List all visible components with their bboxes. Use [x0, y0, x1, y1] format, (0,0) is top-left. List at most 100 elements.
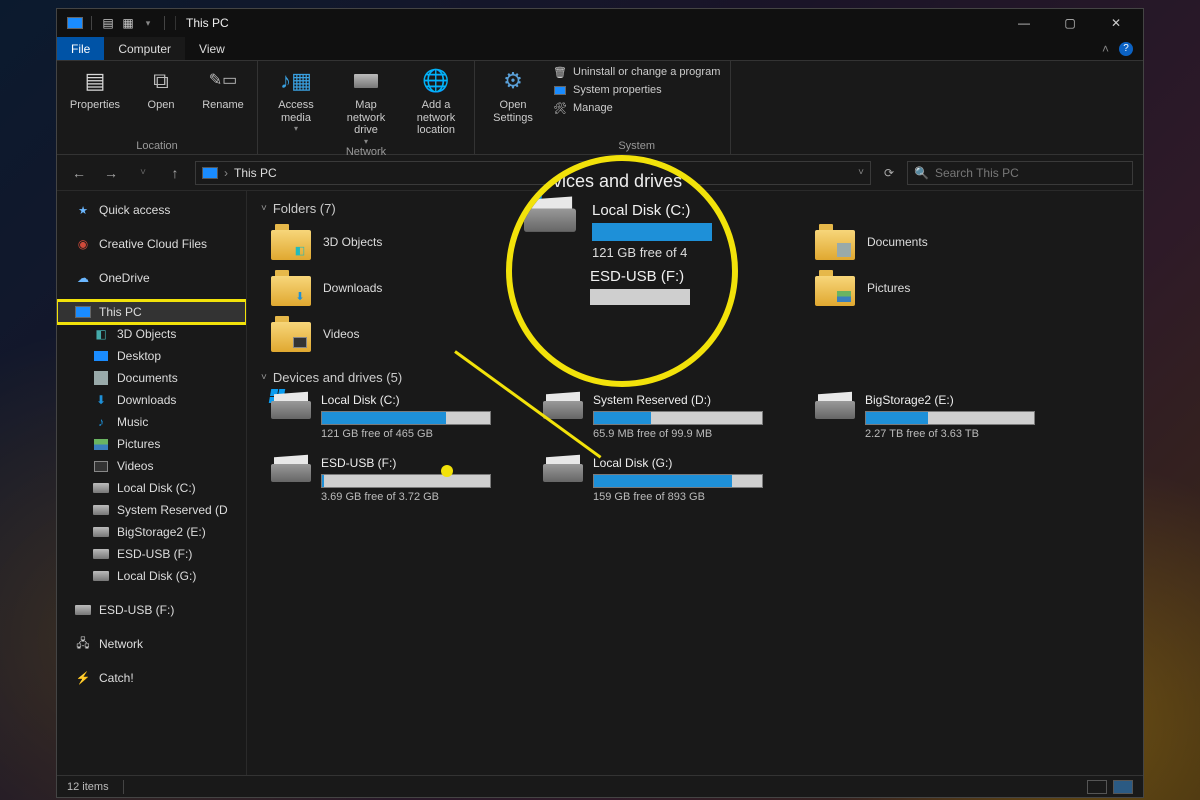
drive-item[interactable]: ESD-USB (F:) 3.69 GB free of 3.72 GB [271, 456, 521, 503]
add-network-location-button[interactable]: 🌐 Add a network location [408, 65, 464, 137]
drive-icon [93, 546, 109, 562]
capacity-bar [321, 474, 491, 488]
address-dropdown-icon[interactable]: ˅ [858, 167, 864, 178]
sidebar-onedrive[interactable]: OneDrive [57, 267, 246, 289]
drive-item[interactable]: System Reserved (D:) 65.9 MB free of 99.… [543, 393, 793, 440]
folder-downloads[interactable]: Downloads [271, 270, 521, 306]
close-button[interactable]: ✕ [1093, 9, 1139, 37]
tab-view[interactable]: View [185, 37, 239, 60]
sidebar-desktop[interactable]: Desktop [57, 345, 246, 367]
folder-documents[interactable]: Documents [815, 224, 1065, 260]
help-icon[interactable]: ? [1119, 42, 1133, 56]
rename-icon: ✎▭ [207, 65, 239, 97]
search-input[interactable]: 🔍 Search This PC [907, 161, 1133, 185]
status-bar: 12 items [57, 775, 1143, 797]
sysprops-icon [553, 83, 567, 97]
sidebar-music[interactable]: Music [57, 411, 246, 433]
up-button[interactable]: ↑ [163, 165, 187, 181]
cc-icon: ◉ [75, 236, 91, 252]
drive-icon [93, 480, 109, 496]
sidebar-catch[interactable]: Catch! [57, 667, 246, 689]
properties-button[interactable]: ▤ Properties [67, 65, 123, 112]
qat-dropdown-icon[interactable]: ▾ [140, 15, 156, 31]
sidebar-3d-objects[interactable]: ◧3D Objects [57, 323, 246, 345]
sidebar-esd-usb[interactable]: ESD-USB (F:) [57, 543, 246, 565]
pc-icon [75, 304, 91, 320]
desktop-icon [93, 348, 109, 364]
group-label-location: Location [136, 140, 178, 152]
maximize-button[interactable]: ▢ [1047, 9, 1093, 37]
drive-item[interactable]: Local Disk (G:) 159 GB free of 893 GB [543, 456, 793, 503]
drive-free-text: 65.9 MB free of 99.9 MB [593, 428, 793, 440]
folder-videos[interactable]: Videos [271, 316, 521, 352]
manage-icon: 🛠 [553, 101, 567, 115]
map-network-drive-button[interactable]: Map network drive▾ [338, 65, 394, 146]
drive-name: BigStorage2 (E:) [865, 393, 1065, 407]
file-explorer-window: ▤ ▦ ▾ This PC — ▢ ✕ File Computer View ˄… [56, 8, 1144, 798]
drive-icon [93, 524, 109, 540]
drive-name: Local Disk (G:) [593, 456, 793, 470]
star-icon [75, 202, 91, 218]
magnifier-bar [592, 223, 712, 241]
drive-icon [93, 502, 109, 518]
add-location-icon: 🌐 [420, 65, 452, 97]
drive-icon [543, 456, 583, 486]
drives-section-header[interactable]: ˅ Devices and drives (5) [261, 370, 1129, 385]
sidebar-bigstorage[interactable]: BigStorage2 (E:) [57, 521, 246, 543]
sidebar-network[interactable]: Network [57, 633, 246, 655]
tiles-view-button[interactable] [1113, 780, 1133, 794]
drive-name: ESD-USB (F:) [321, 456, 521, 470]
cloud-icon [75, 270, 91, 286]
sidebar-creative-cloud[interactable]: ◉Creative Cloud Files [57, 233, 246, 255]
capacity-bar [321, 411, 491, 425]
uninstall-button[interactable]: 🗑Uninstall or change a program [553, 65, 720, 79]
tab-file[interactable]: File [57, 37, 104, 60]
sidebar-documents[interactable]: Documents [57, 367, 246, 389]
qat-properties-icon[interactable]: ▦ [120, 15, 136, 31]
tab-computer[interactable]: Computer [104, 37, 185, 60]
breadcrumb[interactable]: This PC [234, 166, 277, 180]
folder-pictures[interactable]: Pictures [815, 270, 1065, 306]
settings-icon: ⚙ [497, 65, 529, 97]
drive-item[interactable]: Local Disk (C:) 121 GB free of 465 GB [271, 393, 521, 440]
sidebar-videos[interactable]: Videos [57, 455, 246, 477]
chevron-down-icon: ˅ [261, 203, 267, 214]
refresh-button[interactable]: ⟳ [879, 166, 899, 180]
ribbon-group-system: ⚙ Open Settings 🗑Uninstall or change a p… [475, 61, 731, 154]
open-icon: ⧉ [145, 65, 177, 97]
drive-free-text: 159 GB free of 893 GB [593, 491, 793, 503]
folder-3d-objects[interactable]: ◧3D Objects [271, 224, 521, 260]
ribbon-collapse-icon[interactable]: ˄ [1102, 42, 1109, 56]
forward-button[interactable]: → [99, 165, 123, 181]
manage-button[interactable]: 🛠Manage [553, 101, 720, 115]
minimize-button[interactable]: — [1001, 9, 1047, 37]
uninstall-icon: 🗑 [553, 65, 567, 79]
sidebar-pictures[interactable]: Pictures [57, 433, 246, 455]
ribbon-tabs: File Computer View ˄ ? [57, 37, 1143, 61]
sidebar-esd-usb-root[interactable]: ESD-USB (F:) [57, 599, 246, 621]
sidebar-quick-access[interactable]: Quick access [57, 199, 246, 221]
magnifier-callout: Devices and drives Local Disk (C:) 121 G… [506, 155, 738, 387]
ribbon-group-location: ▤ Properties ⧉ Open ✎▭ Rename Location [57, 61, 258, 154]
system-properties-button[interactable]: System properties [553, 83, 720, 97]
sidebar-local-disk-g[interactable]: Local Disk (G:) [57, 565, 246, 587]
rename-button[interactable]: ✎▭ Rename [199, 65, 247, 112]
sidebar-downloads[interactable]: Downloads [57, 389, 246, 411]
media-icon: ♪▦ [280, 65, 312, 97]
qat-new-icon[interactable]: ▤ [100, 15, 116, 31]
access-media-button[interactable]: ♪▦ Access media▾ [268, 65, 324, 133]
history-dropdown[interactable]: ˅ [131, 167, 155, 178]
open-button[interactable]: ⧉ Open [137, 65, 185, 112]
details-view-button[interactable] [1087, 780, 1107, 794]
back-button[interactable]: ← [67, 165, 91, 181]
sidebar-this-pc[interactable]: This PC [57, 301, 246, 323]
sidebar-local-disk-c[interactable]: Local Disk (C:) [57, 477, 246, 499]
sidebar-system-reserved[interactable]: System Reserved (D [57, 499, 246, 521]
open-settings-button[interactable]: ⚙ Open Settings [485, 65, 541, 124]
drive-icon [271, 456, 311, 486]
drive-item[interactable]: BigStorage2 (E:) 2.27 TB free of 3.63 TB [815, 393, 1065, 440]
capacity-bar [593, 474, 763, 488]
drive-name: Local Disk (C:) [321, 393, 521, 407]
network-icon [75, 636, 91, 652]
app-icon [67, 15, 83, 31]
